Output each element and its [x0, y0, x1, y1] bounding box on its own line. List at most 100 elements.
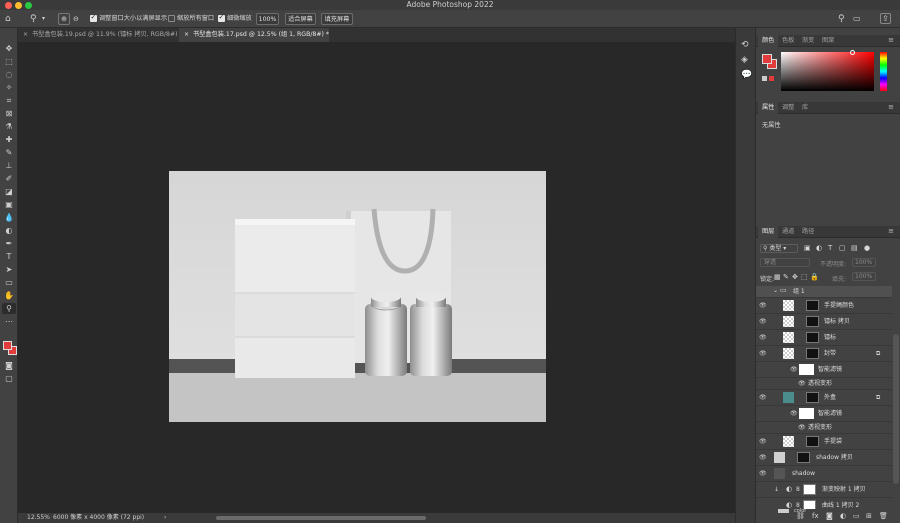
magic-wand-icon[interactable]: ✧ — [2, 82, 16, 93]
new-layer-icon[interactable]: ⊞ — [866, 512, 872, 520]
tab-channels[interactable]: 通道 — [778, 226, 798, 238]
chevron-down-icon[interactable]: ⌄ — [773, 287, 778, 294]
history-panel-icon[interactable]: ⟲ — [741, 40, 749, 50]
share-icon[interactable]: ⇪ — [880, 13, 891, 24]
lock-transparency-icon[interactable]: ▦ — [774, 273, 781, 281]
move-tool-icon[interactable]: ✥ — [2, 43, 16, 54]
layer-row[interactable]: 👁 shadow 拷贝 — [756, 450, 892, 466]
path-selection-icon[interactable]: ➤ — [2, 264, 16, 275]
lasso-tool-icon[interactable]: ◌ — [2, 69, 16, 80]
status-zoom[interactable]: 12.55% — [27, 513, 50, 523]
filter-pixel-icon[interactable]: ▣ — [804, 244, 811, 252]
visibility-eye-icon[interactable]: 👁 — [759, 454, 767, 461]
frame-tool-icon[interactable]: ⊠ — [2, 108, 16, 119]
pen-tool-icon[interactable]: ✒ — [2, 238, 16, 249]
panel-menu-icon[interactable]: ≡ — [888, 35, 894, 46]
opacity-input[interactable]: 100% — [852, 258, 876, 267]
fill-input[interactable]: 100% — [852, 272, 876, 281]
filter-shape-icon[interactable]: ▢ — [839, 244, 846, 252]
zoom-out-icon[interactable]: ⊖ — [73, 14, 79, 24]
layer-mask-thumbnail[interactable] — [797, 452, 810, 463]
layer-row[interactable]: 👁 镭标 拷贝 — [756, 314, 892, 330]
lock-position-icon[interactable]: ✥ — [792, 273, 798, 281]
mask-icon[interactable]: ◙ — [826, 512, 833, 520]
panel-menu-icon[interactable]: ≡ — [888, 226, 894, 237]
tab-document-17[interactable]: × 书型盒包装.17.psd @ 12.5% (组 1, RGB/8#) * — [179, 28, 329, 42]
filter-type-icon[interactable]: T — [828, 244, 832, 252]
visibility-eye-icon[interactable]: 👁 — [759, 350, 767, 357]
window-layout-icon[interactable]: ▭ — [853, 14, 861, 24]
layer-row[interactable]: 👁 手提绳颜色 — [756, 298, 892, 314]
fill-screen-button[interactable]: 填充屏幕 — [321, 13, 353, 25]
layer-mask-thumbnail[interactable] — [806, 300, 819, 311]
hue-slider[interactable] — [880, 52, 887, 91]
zoom-tool-active-icon[interactable]: ⚲ — [2, 303, 16, 314]
tab-gradients[interactable]: 渐变 — [798, 35, 818, 47]
blend-mode-select[interactable]: 穿透 — [760, 258, 810, 267]
layer-mask-thumbnail[interactable] — [806, 392, 819, 403]
color-picker-handle[interactable] — [850, 50, 855, 55]
trash-icon[interactable]: 🗑 — [879, 512, 888, 520]
panel-menu-icon[interactable]: ≡ — [888, 102, 894, 113]
rectangle-tool-icon[interactable]: ▭ — [2, 277, 16, 288]
layer-row[interactable]: 👁 shadow — [756, 466, 892, 482]
eyedropper-icon[interactable]: ⚗ — [2, 121, 16, 132]
layer-mask-thumbnail[interactable] — [806, 332, 819, 343]
zoom-in-icon[interactable]: ⊕ — [58, 13, 70, 25]
lock-image-icon[interactable]: ✎ — [783, 273, 789, 281]
layer-row[interactable]: 👁 镭标 — [756, 330, 892, 346]
tab-libraries[interactable]: 库 — [798, 102, 812, 114]
tab-document-19[interactable]: × 书型盒包装.19.psd @ 11.9% (镭标 拷贝, RGB/8#) * — [18, 28, 183, 42]
filter-smart-icon[interactable]: ▤ — [851, 244, 858, 252]
eraser-icon[interactable]: ◪ — [2, 186, 16, 197]
tab-paths[interactable]: 路径 — [798, 226, 818, 238]
document-image[interactable] — [169, 171, 546, 422]
color-picker-field[interactable] — [781, 52, 874, 91]
layer-filter-select[interactable]: ⚲ 类型 ▾ — [760, 244, 798, 253]
canvas-area[interactable] — [18, 42, 735, 513]
layer-mask-thumbnail[interactable] — [806, 436, 819, 447]
gradient-tool-icon[interactable]: ▣ — [2, 199, 16, 210]
resize-windows-checkbox[interactable] — [90, 13, 97, 22]
dodge-tool-icon[interactable]: ◐ — [2, 225, 16, 236]
blur-tool-icon[interactable]: 💧 — [2, 212, 16, 223]
filter-effect-row[interactable]: 👁 透视变形 — [756, 378, 892, 390]
home-icon[interactable]: ⌂ — [5, 14, 11, 24]
search-icon[interactable]: ⚲ — [838, 14, 845, 24]
comments-panel-icon[interactable]: 💬 — [741, 70, 752, 80]
layer-mask-thumbnail[interactable] — [806, 348, 819, 359]
layer-row[interactable]: 👁 封带 ⧉ — [756, 346, 892, 362]
folder-icon[interactable]: ▭ — [853, 512, 860, 520]
healing-brush-icon[interactable]: ✚ — [2, 134, 16, 145]
visibility-eye-icon[interactable]: 👁 — [759, 334, 767, 341]
visibility-eye-icon[interactable]: 👁 — [790, 366, 798, 373]
close-tab-icon[interactable]: × — [184, 28, 189, 42]
adjustments-panel-icon[interactable]: ◈ — [741, 55, 748, 65]
visibility-eye-icon[interactable]: 👁 — [759, 394, 767, 401]
tab-properties[interactable]: 属性 — [758, 102, 779, 114]
smart-filter-row[interactable]: 👁 智能滤镜 — [756, 362, 892, 378]
layer-group-row[interactable]: ⌄ ▭ 组 1 — [756, 286, 892, 298]
filter-mask-thumbnail[interactable] — [799, 408, 814, 419]
visibility-eye-icon[interactable]: 👁 — [790, 410, 798, 417]
zoom-all-windows-checkbox[interactable] — [168, 15, 175, 22]
smart-filter-row[interactable]: 👁 智能滤镜 — [756, 406, 892, 422]
tab-layers[interactable]: 图层 — [758, 226, 779, 238]
quick-mask-icon[interactable]: ◙ — [2, 360, 16, 371]
filter-effect-row[interactable]: 👁 透视变形 — [756, 422, 892, 434]
fit-screen-button[interactable]: 适合屏幕 — [285, 13, 316, 25]
filter-mask-thumbnail[interactable] — [799, 364, 814, 375]
visibility-eye-icon[interactable]: 👁 — [798, 380, 806, 387]
tab-color[interactable]: 颜色 — [758, 35, 779, 47]
color-fg-swatch[interactable] — [762, 54, 772, 64]
fx-icon[interactable]: fx — [812, 512, 819, 520]
close-tab-icon[interactable]: × — [23, 28, 28, 42]
brush-tool-icon[interactable]: ✎ — [2, 147, 16, 158]
visibility-eye-icon[interactable]: 👁 — [798, 424, 806, 431]
tab-swatches[interactable]: 色板 — [778, 35, 798, 47]
tab-adjustments[interactable]: 调整 — [778, 102, 798, 114]
visibility-eye-icon[interactable]: 👁 — [759, 302, 767, 309]
history-brush-icon[interactable]: ✐ — [2, 173, 16, 184]
marquee-tool-icon[interactable]: ⬚ — [2, 56, 16, 67]
visibility-eye-icon[interactable]: 👁 — [759, 318, 767, 325]
